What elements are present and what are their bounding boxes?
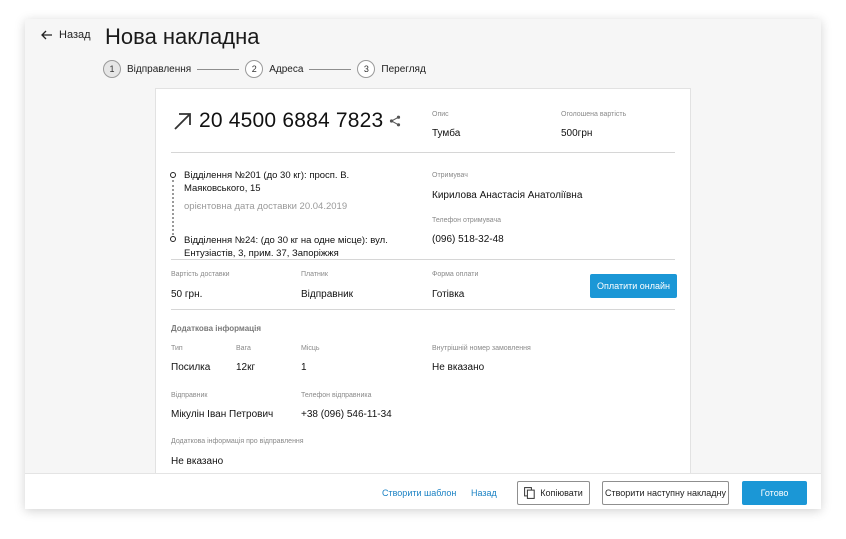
- share-icon[interactable]: [389, 115, 401, 127]
- recipient-name: Кирилова Анастасія Анатоліївна: [432, 190, 583, 201]
- copy-icon: [524, 487, 535, 499]
- step-number: 3: [357, 60, 376, 78]
- divider: [171, 309, 675, 310]
- step-2[interactable]: 2 Адреса: [245, 60, 303, 78]
- sender-value: Мікулін Іван Петрович: [171, 409, 274, 420]
- route-start-dot: [170, 172, 176, 178]
- internal-order-value: Не вказано: [432, 362, 485, 373]
- step-connector: [309, 68, 352, 70]
- step-label: Адреса: [269, 63, 304, 75]
- recipient-phone-label: Телефон отримувача: [432, 217, 502, 224]
- tracking-row: 20 4500 6884 7823: [173, 109, 401, 133]
- back-link[interactable]: Назад: [41, 29, 91, 41]
- estimated-delivery: орієнтовна дата доставки 20.04.2019: [184, 201, 348, 212]
- pay-online-button[interactable]: Оплатити онлайн: [590, 274, 677, 298]
- type-value: Посилка: [171, 362, 211, 373]
- route-to: Відділення №24: (до 30 кг на одне місце)…: [184, 235, 388, 259]
- page-title: Нова накладна: [105, 24, 260, 49]
- weight-value: 12кг: [236, 362, 256, 373]
- declared-value: 500грн: [561, 128, 593, 139]
- copy-button[interactable]: Копіювати: [517, 481, 590, 505]
- route-line: [172, 180, 174, 235]
- copy-label: Копіювати: [540, 488, 583, 498]
- route-from: Відділення №201 (до 30 кг): просп. В. Ма…: [184, 170, 350, 194]
- places-value: 1: [301, 362, 307, 373]
- step-number: 1: [103, 60, 121, 78]
- stepper: 1 Відправлення 2 Адреса 3 Перегляд: [103, 59, 426, 79]
- create-next-button[interactable]: Створити наступну накладну: [602, 481, 729, 505]
- done-button[interactable]: Готово: [742, 481, 807, 505]
- arrow-left-icon: [41, 30, 52, 40]
- step-1[interactable]: 1 Відправлення: [103, 60, 191, 78]
- internal-order-label: Внутрішній номер замовлення: [432, 345, 531, 352]
- divider: [171, 259, 675, 260]
- extra-info-value: Не вказано: [171, 456, 224, 467]
- footer-action-bar: Створити шаблон Назад Копіювати Створити…: [25, 473, 821, 509]
- step-3[interactable]: 3 Перегляд: [357, 60, 426, 78]
- step-number: 2: [245, 60, 264, 78]
- extra-info-label: Додаткова інформація про відправлення: [171, 438, 304, 445]
- create-template-link[interactable]: Створити шаблон: [382, 488, 456, 498]
- step-label: Перегляд: [381, 63, 426, 75]
- recipient-phone: (096) 518-32-48: [432, 234, 504, 245]
- app-window: Назад Нова накладна 1 Відправлення 2 Адр…: [25, 19, 821, 509]
- payer-label: Платник: [301, 271, 328, 278]
- sender-phone-label: Телефон відправника: [301, 392, 372, 399]
- waybill-card: 20 4500 6884 7823 Опис Тумба Оголошена в…: [155, 88, 691, 488]
- step-label: Відправлення: [127, 63, 192, 75]
- weight-label: Вага: [236, 345, 251, 352]
- sender-label: Відправник: [171, 392, 208, 399]
- payment-method-label: Форма оплати: [432, 271, 479, 278]
- delivery-cost-label: Вартість доставки: [171, 271, 230, 278]
- route-end-dot: [170, 236, 176, 242]
- footer-back-link[interactable]: Назад: [471, 488, 497, 498]
- places-label: Місць: [301, 345, 320, 352]
- tracking-number: 20 4500 6884 7823: [199, 109, 384, 132]
- type-label: Тип: [171, 345, 183, 352]
- description-label: Опис: [432, 111, 449, 118]
- description-value: Тумба: [432, 128, 461, 139]
- payer-value: Відправник: [301, 289, 354, 300]
- arrow-up-right-icon: [174, 113, 191, 130]
- back-label: Назад: [59, 29, 91, 41]
- divider: [171, 152, 675, 153]
- additional-info-title: Додаткова інформація: [171, 324, 261, 333]
- delivery-cost: 50 грн.: [171, 289, 203, 300]
- payment-method: Готівка: [432, 289, 465, 300]
- declared-value-label: Оголошена вартість: [561, 111, 627, 118]
- sender-phone-value: +38 (096) 546-11-34: [301, 409, 392, 420]
- step-connector: [197, 68, 240, 70]
- recipient-label: Отримувач: [432, 172, 468, 179]
